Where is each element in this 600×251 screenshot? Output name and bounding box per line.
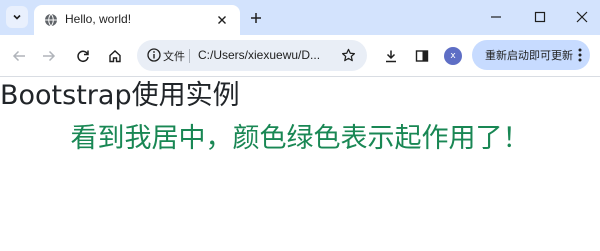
window-close-button[interactable] bbox=[570, 6, 594, 28]
update-label: 重新启动即可更新 bbox=[485, 49, 573, 62]
arrow-right-icon bbox=[43, 50, 56, 62]
reload-icon bbox=[77, 50, 89, 63]
omnibox-divider bbox=[189, 49, 190, 63]
update-restart-button[interactable]: 重新启动即可更新 bbox=[472, 40, 590, 70]
reload-button[interactable] bbox=[72, 45, 94, 67]
profile-avatar[interactable]: x bbox=[444, 47, 462, 65]
browser-toolbar: 文件 C:/Users/xiexuewu/D... x 重新启动即可更新 bbox=[0, 35, 600, 76]
file-chip-label: 文件 bbox=[163, 50, 185, 63]
tab-search-button[interactable] bbox=[6, 6, 28, 28]
more-menu-icon[interactable] bbox=[576, 47, 584, 63]
kebab-dots-icon bbox=[578, 48, 582, 62]
star-icon bbox=[341, 48, 355, 61]
address-bar[interactable]: 文件 C:/Users/xiexuewu/D... bbox=[137, 40, 367, 71]
close-icon bbox=[218, 16, 226, 24]
page-content: Bootstrap使用实例 看到我居中，颜色绿色表示起作用了！ bbox=[0, 77, 600, 251]
minimize-icon bbox=[491, 16, 501, 18]
plus-icon bbox=[251, 13, 261, 23]
side-panel-icon bbox=[415, 50, 429, 62]
download-icon bbox=[386, 50, 396, 63]
forward-button[interactable] bbox=[38, 45, 60, 67]
minimize-button[interactable] bbox=[484, 6, 508, 28]
page-heading: Bootstrap使用实例 bbox=[0, 80, 240, 111]
side-panel-button[interactable] bbox=[411, 45, 433, 67]
tab-title: Hello, world! bbox=[65, 12, 132, 26]
chevron-down-icon bbox=[13, 14, 21, 20]
maximize-button[interactable] bbox=[528, 6, 552, 28]
globe-icon bbox=[45, 13, 57, 27]
bookmark-button[interactable] bbox=[339, 46, 357, 64]
close-icon bbox=[576, 11, 588, 23]
tab-close-button[interactable] bbox=[214, 12, 230, 28]
centered-success-text: 看到我居中，颜色绿色表示起作用了！ bbox=[70, 123, 530, 154]
home-icon bbox=[109, 50, 121, 63]
home-button[interactable] bbox=[104, 45, 126, 67]
back-button[interactable] bbox=[8, 45, 30, 67]
url-text[interactable]: C:/Users/xiexuewu/D... bbox=[198, 48, 334, 62]
download-button[interactable] bbox=[380, 45, 402, 67]
tab-strip: Hello, world! bbox=[0, 0, 600, 35]
arrow-left-icon bbox=[12, 50, 25, 62]
info-icon[interactable] bbox=[147, 48, 161, 62]
new-tab-button[interactable] bbox=[246, 8, 266, 28]
maximize-icon bbox=[534, 11, 546, 23]
browser-tab-active[interactable]: Hello, world! bbox=[34, 5, 240, 35]
